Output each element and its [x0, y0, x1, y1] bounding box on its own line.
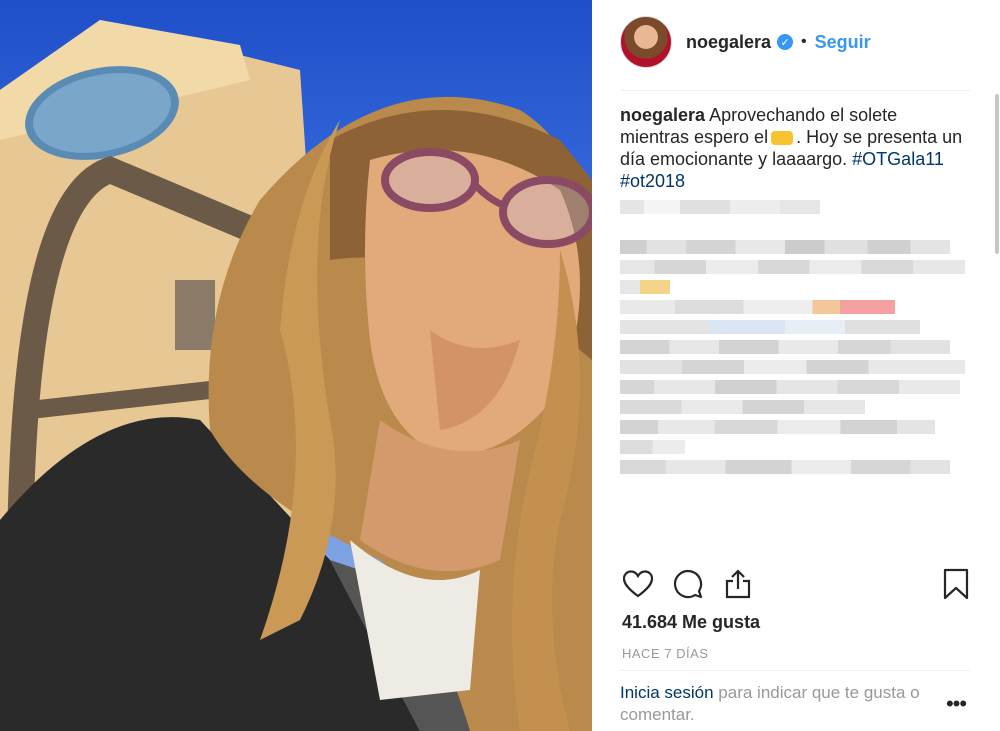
blurred-line: [620, 260, 965, 274]
likes-count[interactable]: 41.684 Me gusta: [622, 612, 760, 633]
hashtag-otgala11[interactable]: #OTGala11: [852, 149, 944, 169]
post-header: noegalera ✓ • Seguir: [620, 16, 970, 68]
blurred-line: [620, 440, 685, 454]
caption-username[interactable]: noegalera: [620, 105, 705, 125]
bookmark-icon: [943, 568, 969, 600]
comments-area: noegalera Aprovechando el solete mientra…: [620, 104, 970, 560]
divider: [620, 670, 970, 671]
blurred-line: [620, 380, 960, 394]
blurred-line: [620, 360, 965, 374]
blurred-line: [620, 420, 935, 434]
post-time[interactable]: HACE 7 DÍAS: [622, 646, 708, 661]
divider: [620, 90, 970, 91]
save-button[interactable]: [938, 566, 974, 602]
blurred-line: [620, 300, 895, 314]
comment-button[interactable]: [670, 566, 706, 602]
like-button[interactable]: [620, 566, 656, 602]
blurred-comments: [620, 200, 970, 474]
scrollbar-thumb[interactable]: [995, 94, 999, 254]
more-options-button[interactable]: •••: [944, 691, 968, 716]
separator-dot: •: [801, 33, 807, 50]
caption: noegalera Aprovechando el solete mientra…: [620, 104, 970, 192]
blurred-line: [620, 240, 950, 254]
blurred-line: [620, 320, 920, 334]
login-prompt: Inicia sesión para indicar que te gusta …: [620, 682, 950, 726]
share-button[interactable]: [720, 566, 756, 602]
share-icon: [725, 569, 751, 599]
post-photo[interactable]: [0, 0, 592, 731]
selfie-image: [0, 20, 592, 731]
instagram-post: noegalera ✓ • Seguir noegalera Aprovecha…: [0, 0, 1000, 731]
verified-badge-icon: ✓: [777, 34, 794, 50]
heart-icon: [623, 570, 653, 598]
login-link[interactable]: Inicia sesión: [620, 683, 714, 702]
post-actions: [620, 566, 976, 602]
blurred-line: [620, 460, 950, 474]
username[interactable]: noegalera: [686, 32, 771, 53]
avatar[interactable]: [620, 16, 672, 68]
blurred-line: [620, 340, 950, 354]
follow-button[interactable]: Seguir: [815, 32, 871, 53]
hashtag-ot2018[interactable]: #ot2018: [620, 171, 685, 191]
blurred-line: [620, 280, 670, 294]
comments-scrollbar[interactable]: [995, 94, 999, 550]
blurred-line: [620, 400, 865, 414]
comment-icon: [674, 570, 703, 599]
post-side-panel: noegalera ✓ • Seguir noegalera Aprovecha…: [592, 0, 1000, 731]
taxi-emoji-icon: [771, 131, 794, 146]
blurred-line: [620, 200, 820, 214]
